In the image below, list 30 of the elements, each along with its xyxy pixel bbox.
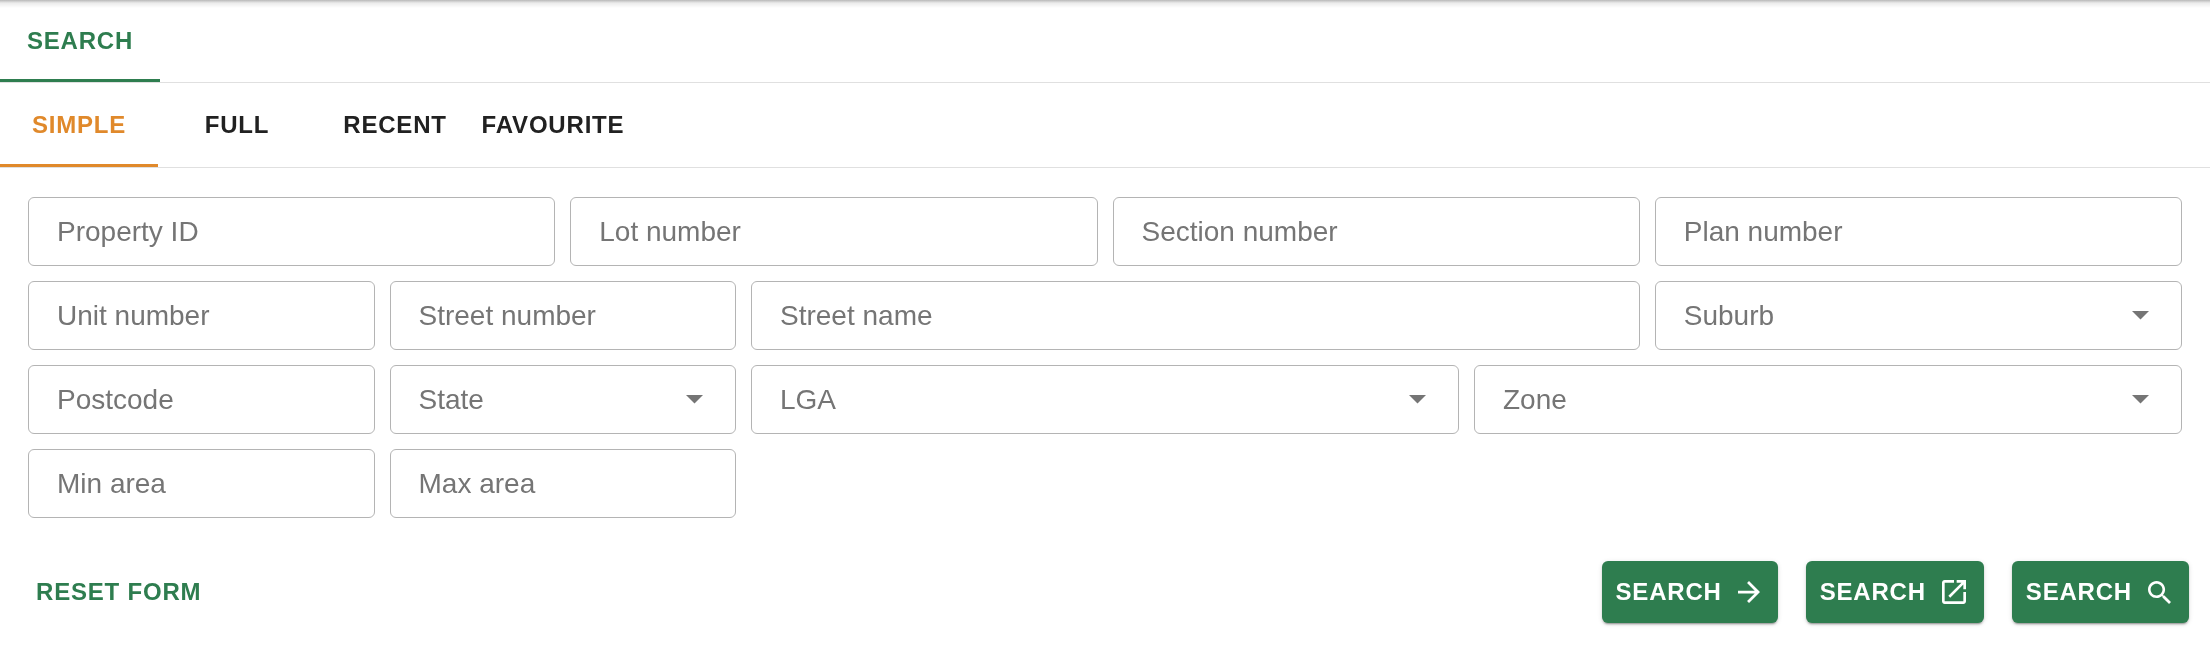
tab[interactable]: SIMPLE xyxy=(0,83,158,167)
tab[interactable]: FAVOURITE xyxy=(474,83,632,167)
tab[interactable]: SEARCH xyxy=(0,0,160,82)
search-button[interactable]: SEARCH xyxy=(2011,561,2189,623)
input-field[interactable]: Max area xyxy=(389,449,736,518)
input-field[interactable]: Plan number xyxy=(1654,197,2182,266)
caret-down-icon xyxy=(2132,311,2149,320)
search-icon xyxy=(2148,580,2171,604)
input-field[interactable]: Section number xyxy=(1112,197,1640,266)
tab[interactable]: RECENT xyxy=(316,83,474,167)
caret-down-icon xyxy=(686,395,703,404)
input-field[interactable]: Postcode xyxy=(28,365,375,434)
input-field[interactable]: Street number xyxy=(389,281,736,350)
select-field[interactable]: Suburb xyxy=(1654,281,2182,350)
input-field[interactable]: Lot number xyxy=(570,197,1098,266)
search-button[interactable]: SEARCH xyxy=(1805,561,1984,623)
input-field[interactable]: Unit number xyxy=(28,281,375,350)
caret-down-icon xyxy=(2132,395,2149,404)
tab[interactable]: FULL xyxy=(158,83,316,167)
reset-form-button[interactable]: RESET FORM xyxy=(27,561,211,623)
external-link-icon xyxy=(1941,580,1966,604)
select-field[interactable]: Zone xyxy=(1474,365,2182,434)
select-field[interactable]: LGA xyxy=(751,365,1459,434)
select-field[interactable]: State xyxy=(389,365,736,434)
input-field[interactable]: Property ID xyxy=(28,197,556,266)
caret-down-icon xyxy=(1409,395,1426,404)
input-field[interactable]: Street name xyxy=(751,281,1640,350)
search-button[interactable]: SEARCH xyxy=(1601,561,1778,623)
input-field[interactable]: Min area xyxy=(28,449,375,518)
arrow-right-icon xyxy=(1737,581,1760,603)
